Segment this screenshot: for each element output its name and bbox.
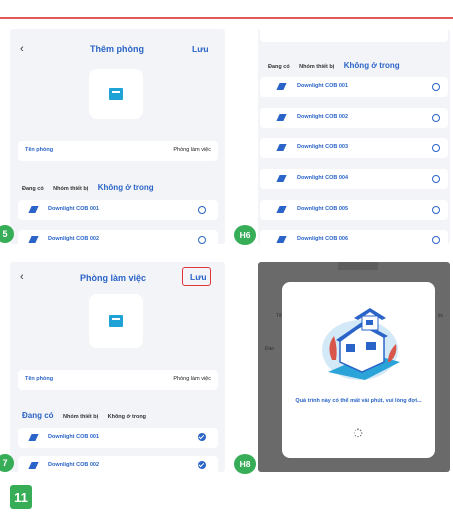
device-tabs: Đang có Nhóm thiết bị Không ở trong [22, 177, 159, 195]
device-tabs: Đang có Nhóm thiết bị Không ở trong [22, 405, 151, 423]
radio-icon[interactable] [432, 236, 440, 244]
dimmed-header [338, 262, 378, 270]
device-row[interactable]: Downlight COB 003 [260, 138, 448, 158]
tab-not-in-room[interactable]: Không ở trong [98, 183, 154, 192]
screen-device-list: Đang có Nhóm thiết bị Không ở trong Down… [258, 29, 450, 244]
device-name: Downlight COB 001 [297, 83, 349, 89]
room-name-label: Tên phòng [25, 147, 54, 153]
save-button[interactable]: Lưu [190, 272, 207, 282]
device-row[interactable]: Downlight COB 001 [18, 200, 218, 220]
radio-icon[interactable] [198, 206, 206, 214]
screen-room-detail: ‹ Phòng làm việc Lưu Tên phòng Phòng làm… [10, 262, 225, 472]
tab-not-in-room[interactable]: Không ở trong [108, 414, 146, 420]
device-name: Downlight COB 006 [297, 236, 349, 242]
device-row[interactable]: Downlight COB 001 [18, 428, 218, 448]
radio-icon[interactable] [432, 175, 440, 183]
device-name: Downlight COB 002 [297, 114, 349, 120]
device-row[interactable]: Downlight COB 002 [260, 108, 448, 128]
room-icon-box[interactable] [89, 69, 143, 119]
device-row[interactable]: Downlight COB 005 [260, 200, 448, 220]
radio-icon[interactable] [432, 114, 440, 122]
device-row[interactable]: Downlight COB 002 [18, 456, 218, 472]
room-icon [109, 315, 123, 327]
downlight-icon [278, 114, 287, 121]
device-name: Downlight COB 002 [48, 462, 100, 468]
downlight-icon [30, 434, 39, 441]
radio-icon[interactable] [432, 144, 440, 152]
page-title: Thêm phòng [90, 44, 144, 54]
device-row[interactable]: Downlight COB 004 [260, 169, 448, 189]
radio-icon[interactable] [198, 236, 206, 244]
radio-icon[interactable] [432, 83, 440, 91]
tab-device-groups[interactable]: Nhóm thiết bị [63, 414, 98, 420]
loading-message: Quá trình này có thể mất vài phút, vui l… [295, 398, 422, 404]
device-name: Downlight COB 003 [297, 144, 349, 150]
save-button[interactable]: Lưu [192, 44, 209, 54]
house-illustration [322, 308, 400, 380]
device-name: Downlight COB 002 [48, 236, 100, 242]
step-badge: H8 [234, 454, 256, 474]
device-name: Downlight COB 001 [48, 434, 100, 440]
screen-add-room: ‹ Thêm phòng Lưu Tên phòng Phòng làm việ… [10, 29, 225, 244]
device-tabs: Đang có Nhóm thiết bị Không ở trong [268, 55, 405, 73]
room-name-field[interactable]: Tên phòng Phòng làm việc [18, 370, 218, 390]
tab-device-groups[interactable]: Nhóm thiết bị [299, 64, 334, 70]
device-name: Downlight COB 004 [297, 175, 349, 181]
screen-loading: Tê Đan ệc Quá trình này có thể mất vài p… [258, 262, 450, 472]
tab-existing[interactable]: Đang có [22, 186, 44, 192]
room-icon [109, 88, 123, 100]
header-rule [0, 17, 453, 19]
loading-spinner-icon [353, 428, 363, 438]
room-name-value: Phòng làm việc [173, 147, 211, 153]
back-icon[interactable]: ‹ [20, 271, 24, 283]
dimmed-text: ệc [438, 313, 444, 319]
downlight-icon [278, 144, 287, 151]
checked-icon[interactable] [198, 433, 206, 441]
tab-existing[interactable]: Đang có [268, 64, 290, 70]
dimmed-text: Tê [276, 313, 282, 319]
back-icon[interactable]: ‹ [20, 43, 24, 55]
list-item-partial [260, 29, 448, 42]
room-name-field[interactable]: Tên phòng Phòng làm việc [18, 141, 218, 161]
device-row[interactable]: Downlight COB 001 [260, 77, 448, 97]
device-name: Downlight COB 005 [297, 206, 349, 212]
downlight-icon [278, 206, 287, 213]
downlight-icon [278, 83, 287, 90]
dimmed-text: Đan [265, 346, 275, 352]
page-title: Phòng làm việc [80, 273, 147, 283]
room-name-value: Phòng làm việc [173, 376, 211, 382]
tab-existing[interactable]: Đang có [22, 411, 54, 420]
checked-icon[interactable] [198, 461, 206, 469]
tab-device-groups[interactable]: Nhóm thiết bị [53, 186, 88, 192]
radio-icon[interactable] [432, 206, 440, 214]
downlight-icon [30, 206, 39, 213]
room-name-label: Tên phòng [25, 376, 54, 382]
page-number: 11 [10, 485, 32, 509]
device-row[interactable]: Downlight COB 006 [260, 230, 448, 244]
downlight-icon [278, 236, 287, 243]
device-name: Downlight COB 001 [48, 206, 100, 212]
loading-dialog: Quá trình này có thể mất vài phút, vui l… [282, 282, 435, 458]
downlight-icon [30, 236, 39, 243]
step-badge: H6 [234, 225, 256, 245]
device-row[interactable]: Downlight COB 002 [18, 230, 218, 244]
tab-not-in-room[interactable]: Không ở trong [344, 61, 400, 70]
room-icon-box[interactable] [89, 294, 143, 348]
downlight-icon [30, 462, 39, 469]
downlight-icon [278, 175, 287, 182]
